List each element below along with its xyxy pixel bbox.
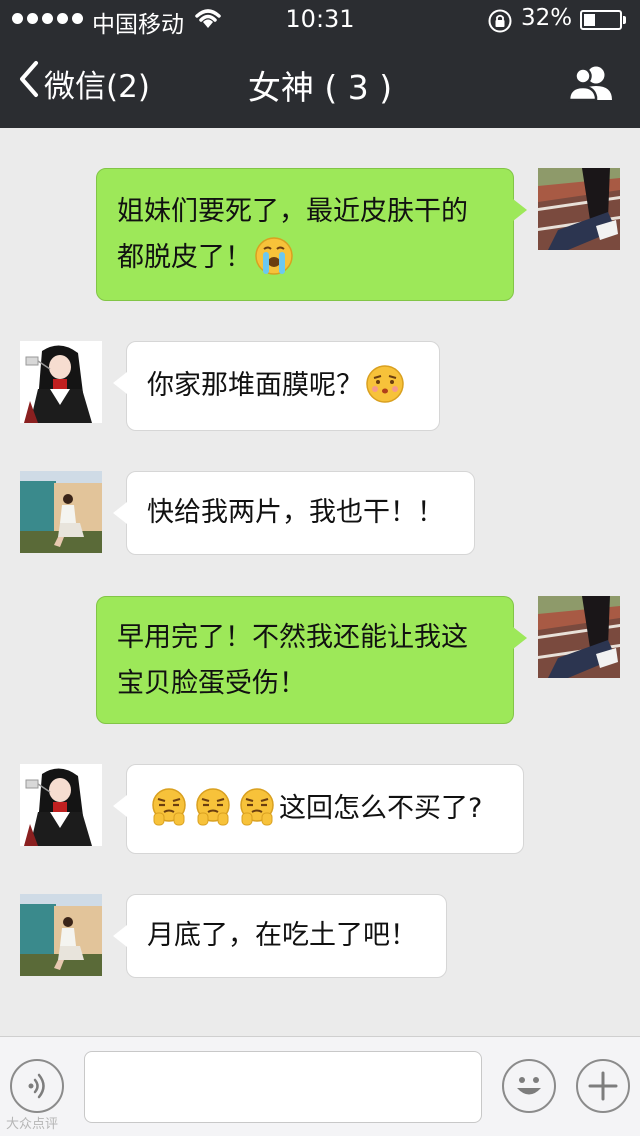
message-input[interactable] (84, 1051, 482, 1123)
grumpy-face-emoji (237, 787, 277, 827)
message-bubble-received[interactable]: 你家那堆面膜呢？ (113, 341, 440, 431)
thinking-face-emoji (365, 364, 405, 404)
grumpy-face-emoji (149, 787, 189, 827)
emoji-button[interactable] (502, 1059, 556, 1113)
track-girl-avatar[interactable] (538, 596, 620, 678)
message-text: 快给我两片，我也干！！ (147, 497, 444, 528)
message-bubble-sent[interactable]: 姐妹们要死了，最近皮肤干的 都脱皮了！ (96, 168, 527, 301)
battery-icon (580, 10, 626, 30)
anime-girl-avatar[interactable] (20, 764, 102, 846)
sitting-girl-avatar[interactable] (20, 471, 102, 553)
watermark: 大众点评 (6, 1117, 59, 1132)
track-girl-avatar[interactable] (538, 168, 620, 250)
rotation-lock-icon (487, 8, 513, 40)
message-list[interactable]: 姐妹们要死了，最近皮肤干的 都脱皮了！ 你家那堆面膜呢？ 快给我两片，我也干！！… (0, 128, 640, 1036)
message-text: 月底了，在吃土了吧！ (147, 920, 417, 951)
message-text: 这回怎么不买了? (147, 786, 503, 832)
anime-girl-avatar[interactable] (20, 341, 102, 423)
message-text: 早用完了！不然我还能让我这 宝贝脸蛋受伤！ (117, 622, 468, 699)
voice-input-button[interactable] (10, 1059, 64, 1113)
input-bar: 大众点评 (0, 1036, 640, 1136)
more-options-button[interactable] (576, 1059, 630, 1113)
top-bar: 中国移动 10:31 32% 微信(2) 女神 (3) (0, 0, 640, 128)
message-text: 姐妹们要死了，最近皮肤干的 都脱皮了！ (117, 189, 493, 281)
message-bubble-received[interactable]: 月底了，在吃土了吧！ (113, 894, 447, 978)
plus-icon (578, 1071, 628, 1115)
sitting-girl-avatar[interactable] (20, 894, 102, 976)
message-bubble-received[interactable]: 这回怎么不买了? (113, 764, 524, 854)
message-bubble-sent[interactable]: 早用完了！不然我还能让我这 宝贝脸蛋受伤！ (96, 596, 527, 724)
message-text: 你家那堆面膜呢？ (147, 363, 419, 409)
emoji-icon (504, 1077, 554, 1115)
battery-percentage: 32% (521, 5, 573, 31)
grumpy-face-emoji (193, 787, 233, 827)
group-members-button[interactable] (567, 64, 614, 106)
crying-face-emoji (254, 236, 294, 276)
navigation-bar: 微信(2) 女神 ( 3 ) (0, 40, 640, 128)
chat-title: 女神 ( 3 ) (247, 68, 393, 107)
status-bar: 中国移动 10:31 32% (0, 0, 640, 40)
members-icon (567, 66, 614, 106)
message-bubble-received[interactable]: 快给我两片，我也干！！ (113, 471, 475, 555)
